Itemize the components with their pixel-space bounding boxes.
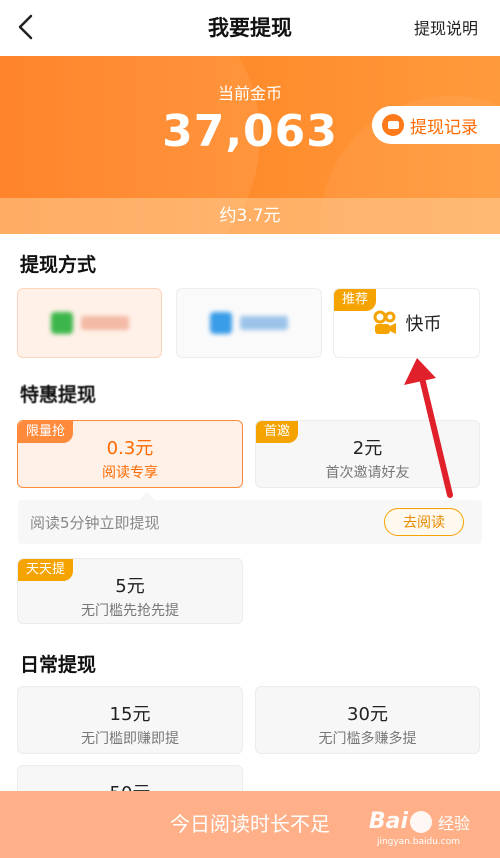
help-link[interactable]: 提现说明	[414, 15, 478, 39]
withdraw-record-button[interactable]: 提现记录	[372, 106, 500, 144]
watermark-text: 经验	[437, 813, 470, 833]
card-desc: 阅读专享	[102, 465, 158, 481]
daily-title: 日常提现	[20, 654, 97, 676]
card-desc: 无门槛多赚多提	[318, 731, 417, 747]
alipay-icon	[210, 312, 232, 334]
special-title: 特惠提现	[20, 384, 97, 406]
go-read-button[interactable]: 去阅读	[384, 508, 464, 536]
balance-banner: 当前金币 37,063 提现记录 约3.7元	[0, 56, 500, 234]
card-desc: 首次邀请好友	[325, 465, 410, 481]
wallet-icon	[382, 114, 404, 136]
bottom-status-bar[interactable]: 今日阅读时长不足 Bai 经验 jingyan.baidu.com	[0, 791, 500, 858]
read-hint-row: 阅读5分钟立即提现 去阅读	[18, 492, 482, 544]
card-desc: 无门槛先抢先提	[81, 603, 179, 619]
recommend-tag: 推荐	[334, 289, 377, 311]
card-amount: 30元	[347, 704, 388, 725]
kuaibi-label: 快币	[405, 314, 442, 335]
special-card-2[interactable]: 天天提 5元 无门槛先抢先提	[17, 558, 243, 624]
hint-pointer	[138, 492, 156, 501]
kuaibi-icon	[373, 310, 396, 334]
method-alipay[interactable]	[176, 288, 322, 358]
approx-amount: 约3.7元	[0, 198, 500, 234]
wechat-icon	[50, 312, 73, 334]
method-label-blurred	[240, 316, 288, 330]
card-desc: 无门槛即赚即提	[81, 731, 179, 747]
method-kuaibi[interactable]: 推荐 快币	[333, 288, 480, 358]
limited-tag: 限量抢	[18, 421, 74, 443]
coin-label: 当前金币	[217, 84, 282, 103]
methods-title: 提现方式	[20, 254, 97, 276]
method-wechat[interactable]	[17, 288, 162, 358]
daily-card-0[interactable]: 15元 无门槛即赚即提	[17, 686, 243, 754]
watermark-url: jingyan.baidu.com	[376, 837, 460, 847]
hint-text: 阅读5分钟立即提现	[30, 514, 160, 532]
special-card-0[interactable]: 限量抢 0.3元 阅读专享	[17, 420, 243, 488]
nav-bar: 我要提现 提现说明	[0, 0, 500, 56]
special-card-1[interactable]: 首邀 2元 首次邀请好友	[255, 420, 480, 488]
daily-tag: 天天提	[18, 559, 74, 581]
method-label-blurred	[80, 316, 129, 330]
bottom-label: 今日阅读时长不足	[170, 812, 330, 836]
record-label: 提现记录	[410, 117, 478, 138]
watermark-brand: Bai	[368, 809, 408, 834]
baidu-watermark: Bai 经验	[369, 809, 470, 834]
first-invite-tag: 首邀	[256, 421, 299, 443]
card-amount: 15元	[109, 704, 151, 725]
daily-card-1[interactable]: 30元 无门槛多赚多提	[255, 686, 480, 754]
baidu-paw-icon	[409, 810, 432, 833]
